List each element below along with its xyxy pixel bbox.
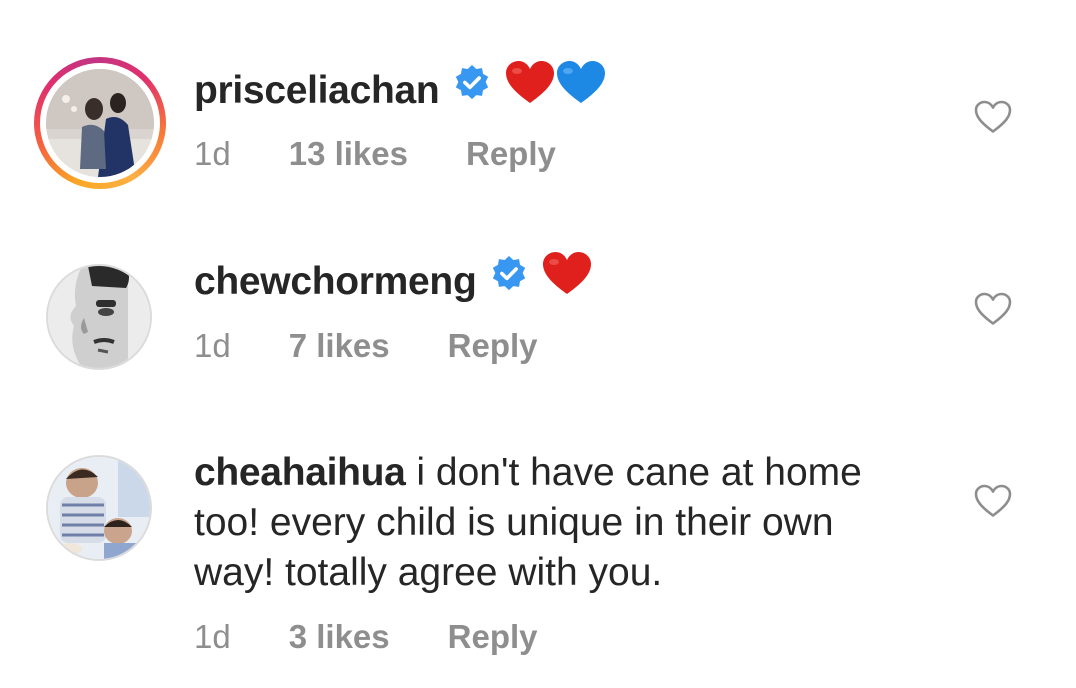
likes-count-link[interactable]: 13 likes <box>289 134 408 174</box>
comment-meta-2: 1d 7 likes Reply <box>194 326 538 366</box>
like-heart-icon[interactable] <box>974 100 1012 134</box>
comment-meta-1: 1d 13 likes Reply <box>194 134 556 174</box>
comment-header-2: chewchormeng <box>194 252 592 309</box>
like-heart-icon[interactable] <box>974 292 1012 326</box>
story-ring[interactable] <box>34 57 166 189</box>
username-link[interactable]: cheahaihua <box>194 451 406 494</box>
reply-button[interactable]: Reply <box>448 326 538 366</box>
comment-time: 1d <box>194 618 231 655</box>
comment-text-line-2: too! every child is unique in their own <box>194 501 834 544</box>
red-heart-emoji-icon <box>542 252 592 309</box>
username-link[interactable]: prisceliachan <box>194 69 440 112</box>
username-link[interactable]: chewchormeng <box>194 260 477 303</box>
comment-time: 1d <box>194 327 231 364</box>
blue-heart-emoji-icon <box>556 61 606 118</box>
like-heart-icon[interactable] <box>974 484 1012 518</box>
verified-badge-icon <box>453 64 491 115</box>
comment-meta-3: 1d 3 likes Reply <box>194 617 538 657</box>
comment-body-3: cheahaihua i don't have cane at home <box>194 448 862 498</box>
comment-text-line-1: i don't have cane at home <box>416 451 862 494</box>
verified-badge-icon <box>490 255 528 306</box>
avatar-prisceliachan[interactable] <box>46 69 154 177</box>
reply-button[interactable]: Reply <box>448 617 538 657</box>
comment-header-1: prisceliachan <box>194 61 606 118</box>
likes-count-link[interactable]: 3 likes <box>289 617 390 657</box>
comment-time: 1d <box>194 135 231 172</box>
reply-button[interactable]: Reply <box>466 134 556 174</box>
likes-count-link[interactable]: 7 likes <box>289 326 390 366</box>
avatar-chewchormeng[interactable] <box>46 264 152 370</box>
red-heart-emoji-icon <box>505 61 555 118</box>
comment-text-line-3: way! totally agree with you. <box>194 551 663 594</box>
avatar-cheahaihua[interactable] <box>46 455 152 561</box>
